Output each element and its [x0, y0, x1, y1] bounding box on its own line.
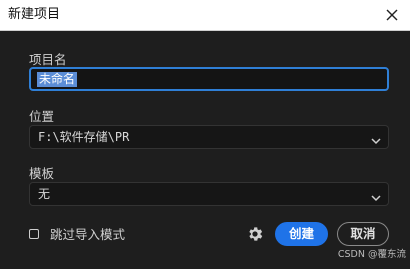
location-value: F:\软件存储\PR: [38, 130, 130, 144]
skip-import-label: 跳过导入模式: [50, 227, 126, 242]
location-select[interactable]: F:\软件存储\PR: [29, 125, 389, 149]
chevron-down-icon: [370, 189, 382, 202]
project-name-input[interactable]: 未命名: [29, 67, 389, 91]
template-select[interactable]: 无: [29, 182, 389, 206]
title-bar: 新建项目: [0, 0, 410, 31]
watermark: CSDN @覆东流: [337, 249, 406, 260]
new-project-dialog: 新建项目 项目名 未命名 位置 F:\软件存储\PR 模板 无 跳过导入模式 创…: [0, 0, 410, 269]
chevron-down-icon: [370, 132, 382, 145]
template-label: 模板: [29, 166, 55, 181]
project-name-value: 未命名: [37, 72, 78, 87]
create-button[interactable]: 创建: [275, 222, 328, 246]
location-label: 位置: [29, 109, 55, 124]
gear-icon[interactable]: [246, 225, 264, 243]
project-name-label: 项目名: [29, 52, 67, 67]
template-value: 无: [38, 187, 51, 201]
dialog-title: 新建项目: [8, 7, 61, 22]
skip-import-checkbox[interactable]: [29, 229, 39, 239]
cancel-button[interactable]: 取消: [337, 222, 389, 246]
close-icon[interactable]: [382, 5, 402, 25]
